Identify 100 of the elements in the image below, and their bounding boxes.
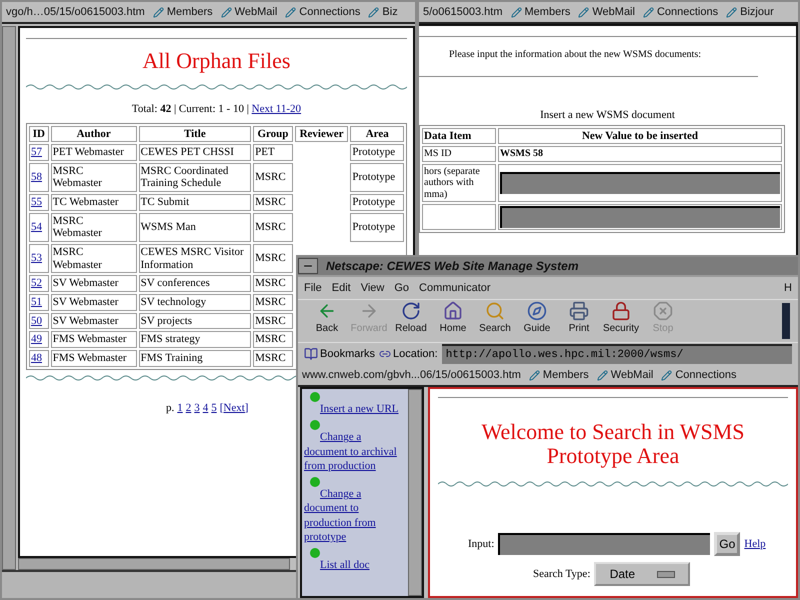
menu-item[interactable]: File [304, 282, 322, 294]
help-link[interactable]: Help [744, 538, 766, 550]
bookmark-link[interactable]: WebMail [220, 6, 278, 18]
table-cell: MSRC [253, 212, 293, 242]
table-cell: FMS Training [138, 350, 252, 367]
id-link[interactable]: 58 [31, 171, 42, 184]
column-header: ID [29, 126, 49, 142]
table-cell: SV Webmaster [50, 275, 137, 292]
bullet-icon [310, 420, 320, 430]
menu-item[interactable]: View [360, 282, 384, 294]
pencil-icon [528, 370, 540, 380]
location-field[interactable]: http://apollo.wes.hpc.mil:2000/wsms/ [442, 344, 792, 364]
page-link[interactable]: 4 [202, 402, 208, 414]
stop-icon [653, 301, 673, 321]
bookmark-link[interactable]: Connections [642, 6, 718, 18]
id-link[interactable]: 49 [31, 333, 42, 346]
id-link[interactable]: 57 [31, 146, 42, 158]
window-title: Netscape: CEWES Web Site Manage System [326, 259, 579, 273]
guide-button[interactable]: Guide [516, 301, 558, 341]
back-button[interactable]: Back [306, 301, 348, 341]
table-cell: TC Submit [138, 194, 252, 211]
table-cell: hors (separate authors with mma) [422, 164, 496, 202]
menu-item[interactable]: Go [394, 282, 410, 294]
window-menu-button[interactable] [298, 258, 318, 274]
bookmark-url[interactable]: vgo/h…05/15/o0615003.htm [6, 6, 145, 18]
table-cell: PET [253, 144, 293, 161]
table-cell: CEWES MSRC Visitor Information [138, 244, 252, 274]
summary-text: Total: 42 | Current: 1 - 10 | [132, 103, 249, 116]
page-link[interactable]: 1 [177, 402, 183, 414]
scrollbar[interactable] [408, 389, 422, 596]
input-label: Input: [468, 538, 494, 550]
bookmark-link[interactable]: Bizjour [726, 6, 774, 18]
bookmark-link[interactable]: Connections [661, 369, 737, 381]
reload-button[interactable]: Reload [390, 301, 432, 341]
bookmark-link[interactable]: WebMail [596, 369, 654, 381]
table-cell: TC Webmaster [50, 194, 137, 211]
home-button[interactable]: Home [432, 301, 474, 341]
id-link[interactable]: 52 [31, 277, 42, 290]
scrollbar[interactable] [2, 26, 16, 570]
page-heading: All Orphan Files [142, 49, 292, 74]
pencil-icon [220, 6, 232, 18]
bookmark-url[interactable]: www.cnweb.com/gbvh...06/15/o0615003.htm [302, 369, 521, 381]
table-cell: SV conferences [138, 275, 252, 292]
pencil-icon [152, 6, 164, 18]
page-heading: Welcome to Search in WSMS Prototype Area [480, 420, 746, 468]
id-link[interactable]: 50 [31, 314, 42, 327]
id-link[interactable]: 53 [31, 252, 42, 264]
security-button[interactable]: Security [600, 301, 642, 341]
column-header: Reviewer [294, 126, 348, 142]
table-cell: FMS Webmaster [50, 331, 137, 348]
page-link[interactable]: 3 [194, 402, 200, 414]
table-cell: MSRC [253, 331, 293, 348]
menu-item[interactable]: Edit [332, 282, 351, 294]
table-cell: SV projects [138, 312, 252, 330]
nav-link[interactable]: Change a document to production from prototype [304, 487, 406, 544]
intro-text: Please input the information about the new WSMS documents: [449, 49, 702, 60]
id-link[interactable]: 48 [31, 352, 42, 364]
reload-icon [401, 301, 421, 321]
input-field[interactable] [500, 206, 780, 228]
go-button[interactable]: Go [714, 532, 740, 556]
bookmark-link[interactable]: Members [510, 6, 570, 18]
table-cell: MSRC [253, 350, 293, 367]
table-cell: Prototype [350, 194, 404, 211]
pencil-icon [368, 6, 380, 18]
search-input-field[interactable] [498, 533, 710, 556]
print-button[interactable]: Print [558, 301, 600, 341]
scrollbar[interactable] [18, 558, 290, 570]
pencil-icon [642, 6, 654, 18]
bookmark-link[interactable]: Connections [285, 6, 360, 18]
bookmarks-button[interactable]: Bookmarks [304, 347, 376, 361]
nav-link[interactable]: List all doc [304, 558, 406, 573]
page-link[interactable]: 5 [211, 402, 217, 414]
nav-link[interactable]: Insert a new URL [304, 402, 406, 416]
id-link[interactable]: 54 [31, 221, 42, 234]
search-type-select[interactable]: Date [594, 562, 690, 586]
bookmark-link[interactable]: Biz [368, 6, 398, 18]
id-link[interactable]: 55 [31, 196, 42, 208]
next-link[interactable]: [Next] [220, 402, 248, 414]
location-label: Location: [379, 348, 438, 360]
bookmark-link[interactable]: Members [528, 369, 589, 381]
next-link[interactable]: Next 11-20 [252, 103, 302, 116]
table-cell: MSRC [253, 194, 293, 211]
table-cell: CEWES PET CHSSI [138, 144, 252, 161]
menu-item[interactable]: H [784, 282, 792, 294]
nav-link[interactable]: Change a document to archival from production [304, 430, 406, 474]
bookmark-url[interactable]: 5/o0615003.htm [423, 6, 503, 18]
table-cell: WSMS 58 [498, 146, 782, 162]
bookmark-link[interactable]: Members [152, 6, 213, 18]
input-field[interactable] [500, 172, 780, 194]
bullet-icon [310, 548, 320, 558]
table-cell: Prototype [350, 162, 404, 192]
padlock-icon [611, 301, 631, 321]
pencil-icon [596, 370, 608, 380]
menu-item[interactable]: Communicator [419, 282, 491, 294]
printer-icon [569, 301, 589, 321]
id-link[interactable]: 51 [31, 296, 42, 308]
bookmark-link[interactable]: WebMail [578, 6, 635, 18]
page-link[interactable]: 2 [186, 402, 192, 414]
search-button[interactable]: Search [474, 301, 516, 341]
link-icon [379, 348, 392, 360]
